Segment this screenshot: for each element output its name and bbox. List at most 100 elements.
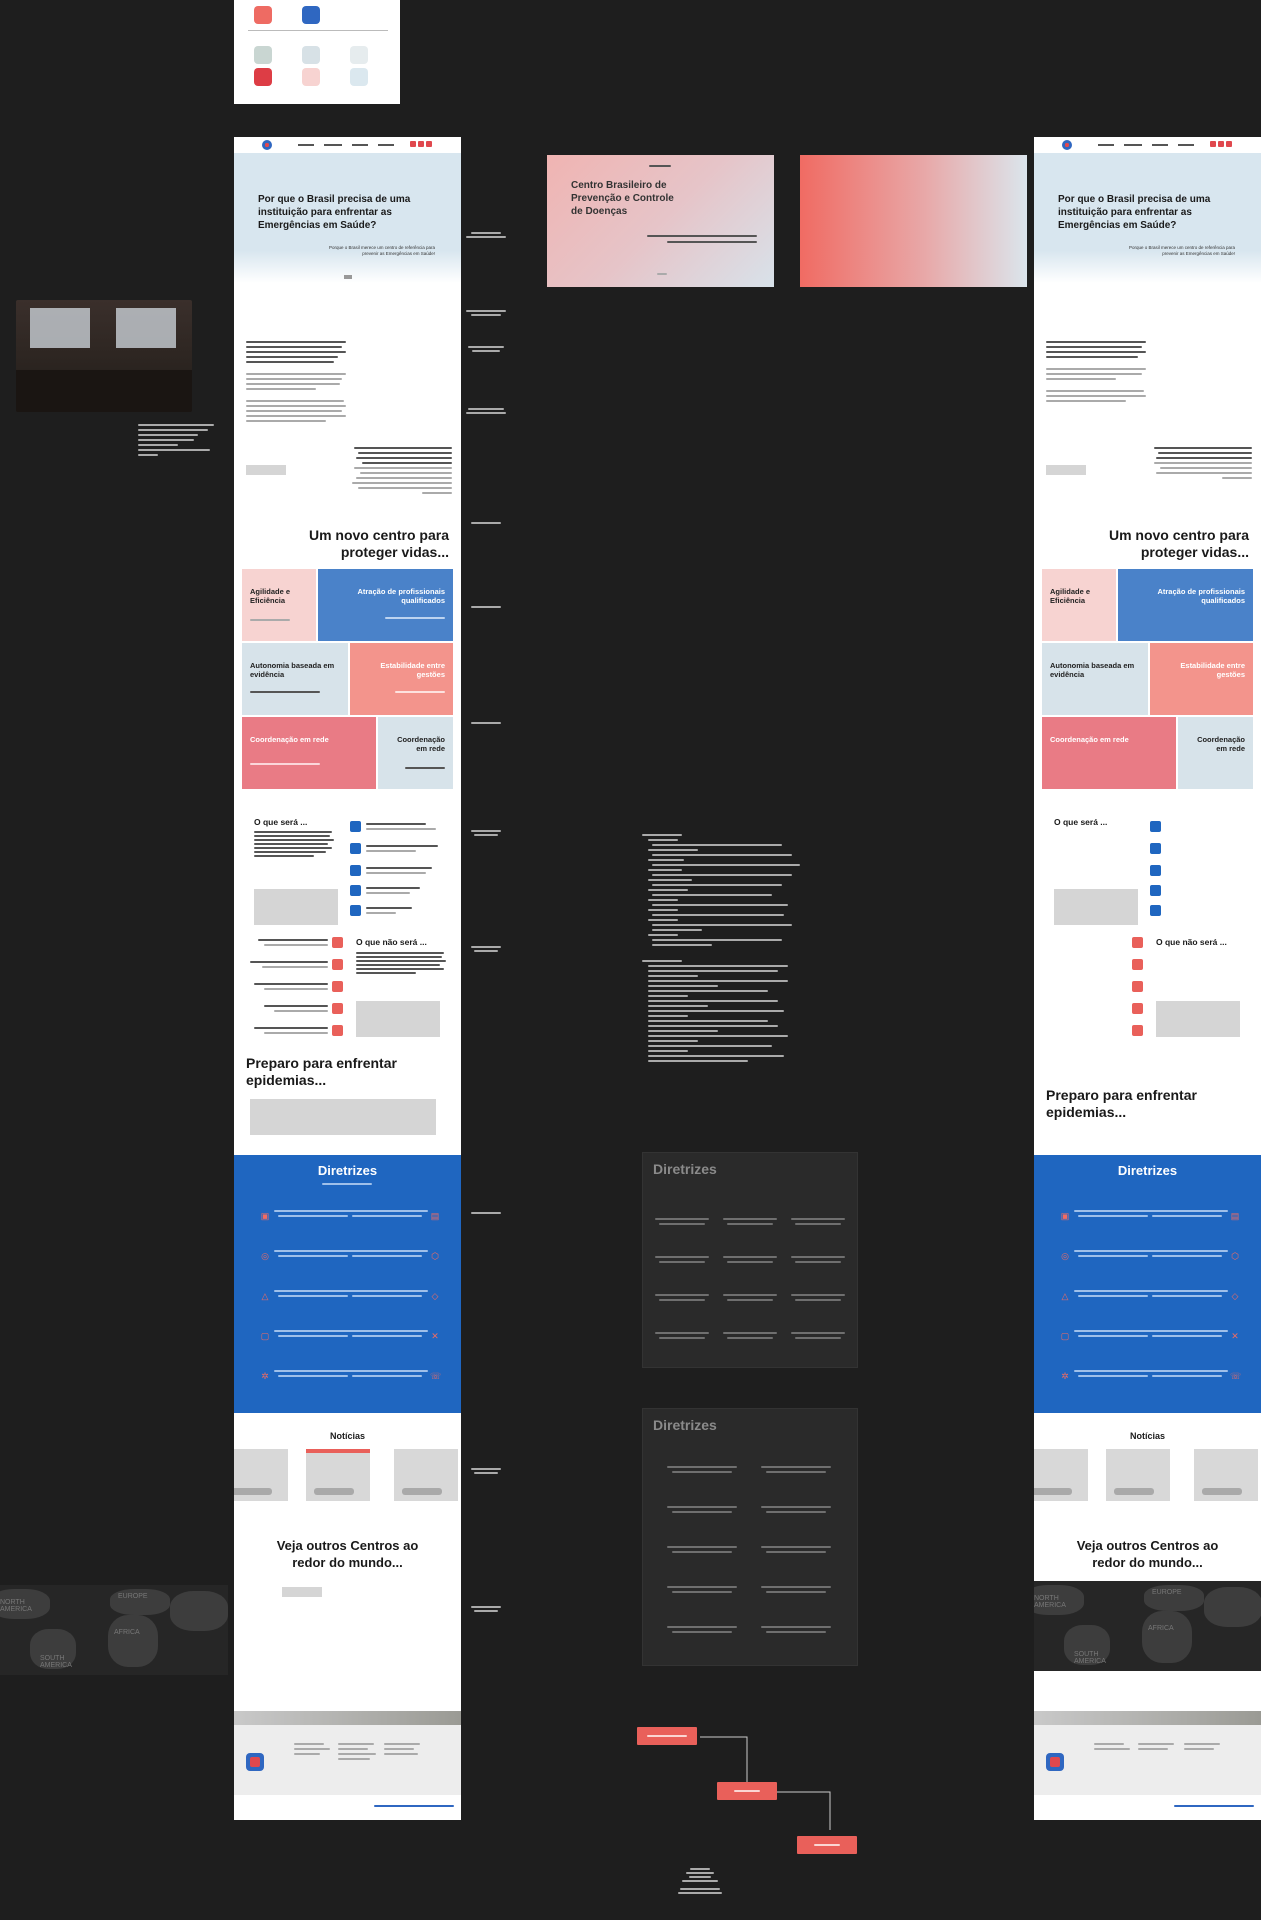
hero-section: Por que o Brasil precisa de uma institui… [234, 153, 461, 283]
flow-node-middle[interactable] [717, 1782, 777, 1800]
news-card-1[interactable] [234, 1449, 288, 1501]
world-map-left[interactable]: EUROPE AFRICA SOUTH AMERICA NORTH AMERIC… [0, 1585, 228, 1675]
x-icon-2 [332, 959, 343, 970]
annotation-5 [456, 520, 516, 526]
annotation-6 [456, 604, 516, 610]
hospital-icon: ▣ [260, 1211, 270, 1221]
news-card-3[interactable] [394, 1449, 458, 1501]
what-is-not-image [356, 1001, 440, 1037]
news-title: Notícias [329, 1431, 365, 1441]
guideline-item-6: ◇ [348, 1289, 448, 1309]
nav-link-1[interactable] [298, 144, 314, 146]
prepare-media [250, 1099, 436, 1135]
flow-node-end[interactable] [797, 1836, 857, 1854]
flow-caption [672, 1866, 728, 1896]
logo-icon[interactable] [1062, 140, 1072, 150]
hero-title: Por que o Brasil precisa de uma institui… [258, 194, 411, 231]
guideline-item-5: △ [244, 1289, 354, 1309]
x-icon [1132, 1003, 1143, 1014]
footer-logo-icon [1046, 1753, 1064, 1771]
logo-icon[interactable] [262, 140, 272, 150]
swatch-grey-green [254, 46, 272, 64]
intro-text [246, 341, 350, 425]
gradient-swatch [800, 155, 1027, 287]
people-icon [350, 865, 361, 876]
swatch-light [350, 46, 368, 64]
annotation-9 [456, 944, 516, 954]
guidelines-panel: Diretrizes ▣ ▤ ◎ ⬡ △ ◇ ▢ ✕ ✲ ☏ [234, 1155, 461, 1413]
x-icon [1132, 1025, 1143, 1036]
card-coordination-2[interactable]: Coordenação em rede [378, 717, 453, 789]
card-autonomy[interactable]: Autonomia baseada em evidência [242, 643, 348, 715]
footer [234, 1725, 461, 1795]
x-icon-5 [332, 1025, 343, 1036]
guideline-item-4: ⬡ [348, 1249, 448, 1269]
what-is-not-text [356, 952, 446, 974]
hero-title-copy: Por que o Brasil precisa de uma institui… [1058, 194, 1211, 231]
nav-link-4[interactable] [378, 144, 394, 146]
social-icon-1[interactable] [410, 141, 416, 147]
guideline-item-8: ✕ [348, 1329, 448, 1349]
intro-text-right [352, 447, 452, 494]
map-label-africa: AFRICA [114, 1629, 140, 1636]
annotation-3 [456, 344, 516, 354]
x-icon [1132, 981, 1143, 992]
guideline-item-3: ◎ [244, 1249, 354, 1269]
new-center-title: Um novo centro para proteger vidas... [308, 527, 449, 560]
diamond-icon: ◇ [1231, 1291, 1239, 1301]
card-agility[interactable]: Agilidade e Eficiência [242, 569, 316, 641]
hero-variant-title: Centro Brasileiro de Prevenção e Control… [571, 180, 674, 217]
what-is-text [254, 831, 334, 857]
monitor-icon: ▢ [1060, 1331, 1070, 1341]
what-is-title: O que será ... [254, 817, 308, 827]
nav-link-2[interactable] [324, 144, 342, 146]
footer-band [234, 1711, 461, 1725]
card-talent[interactable]: Atração de profissionais qualificados [318, 569, 453, 641]
annotation-2 [456, 308, 516, 318]
prepare-title-copy: Preparo para enfrentar epidemias... [1046, 1087, 1197, 1120]
annotation-11 [456, 1466, 516, 1476]
social-icon-3[interactable] [426, 141, 432, 147]
card-coordination-1[interactable]: Coordenação em rede [242, 717, 376, 789]
nav-link-3[interactable] [352, 144, 368, 146]
card-stability[interactable]: Estabilidade entre gestões [350, 643, 453, 715]
footer-col-2 [338, 1743, 378, 1760]
social-icon-2[interactable] [418, 141, 424, 147]
map-label-europe: EUROPE [118, 1593, 148, 1600]
photo-caption-list [138, 424, 218, 456]
scroll-hint[interactable] [344, 275, 352, 279]
news-card-2[interactable] [306, 1449, 370, 1501]
world-centers-title-copy: Veja outros Centros ao redor do mundo... [1076, 1538, 1219, 1570]
hero-subtitle-copy: Porque o Brasil merece um centro de refe… [1128, 245, 1235, 256]
guidelines-dark-panel-2: Diretrizes [642, 1408, 858, 1666]
pencil-icon [350, 905, 361, 916]
tools-icon: ✕ [431, 1331, 439, 1341]
people-icon [1150, 865, 1161, 876]
tools-icon: ✕ [1231, 1331, 1239, 1341]
guidelines-dark-title-1: Diretrizes [653, 1161, 717, 1177]
phone-icon: ☏ [1230, 1371, 1242, 1381]
gear-icon: ✲ [261, 1371, 269, 1381]
annotation-7 [456, 720, 516, 726]
x-icon-1 [332, 937, 343, 948]
intro-button[interactable] [246, 465, 286, 475]
swatch-pink [302, 68, 320, 86]
doc-icon [1150, 821, 1161, 832]
alert-icon: △ [1061, 1291, 1069, 1301]
swatch-grey-blue [302, 46, 320, 64]
world-map-right[interactable]: EUROPE AFRICA SOUTH AMERICA NORTH AMERIC… [1034, 1581, 1261, 1671]
hero-subtitle: Porque o Brasil merece um centro de refe… [328, 245, 435, 256]
footer-link[interactable] [374, 1805, 454, 1807]
doc-icon [350, 821, 361, 832]
color-palette-card [234, 0, 400, 104]
flow-node-start[interactable] [637, 1727, 697, 1745]
guideline-item-1: ▣ [244, 1209, 354, 1229]
world-button[interactable] [282, 1587, 322, 1597]
annotation-12 [456, 1604, 516, 1614]
guideline-item-9: ✲ [244, 1369, 354, 1389]
pen-icon [350, 885, 361, 896]
diamond-icon: ◇ [431, 1291, 439, 1301]
what-is-image [254, 889, 338, 925]
guideline-item-2: ▤ [348, 1209, 448, 1229]
map-label-south-america: SOUTH AMERICA [40, 1655, 72, 1669]
